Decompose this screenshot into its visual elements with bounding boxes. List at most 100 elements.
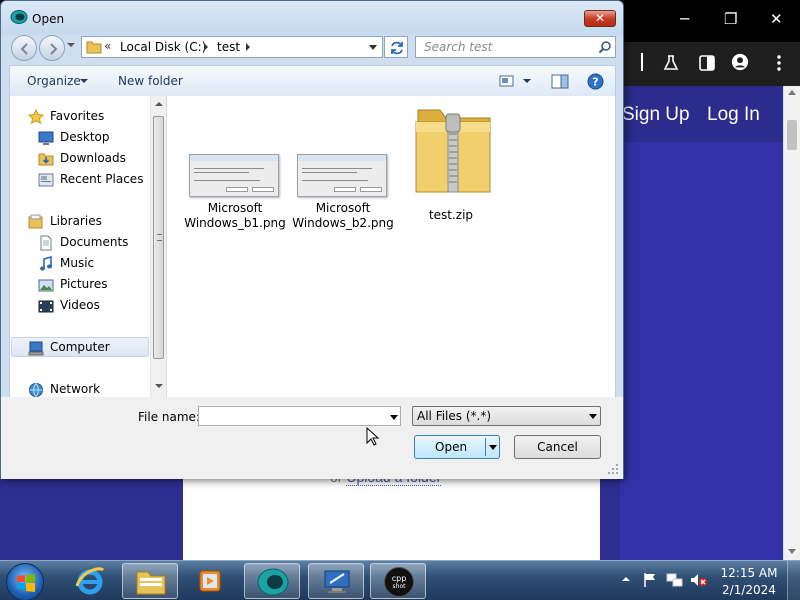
nav-desktop[interactable]: Desktop xyxy=(38,128,148,147)
log-in-link[interactable]: Log In xyxy=(707,104,760,126)
file-name-line2: Windows_b1.png xyxy=(184,216,286,230)
action-center-flag-icon[interactable] xyxy=(642,572,658,588)
file-name-label: File name: xyxy=(138,410,200,424)
file-name-input[interactable] xyxy=(198,406,401,426)
chevron-down-icon[interactable] xyxy=(589,414,597,419)
open-options-dropdown-icon[interactable] xyxy=(489,445,497,450)
taskbar-cpp-shot[interactable]: cpp shot xyxy=(370,563,426,599)
nav-documents[interactable]: Documents xyxy=(38,233,148,252)
nav-pane-scrollbar[interactable] xyxy=(150,96,166,397)
file-name-line2: Windows_b2.png xyxy=(292,216,394,230)
taskbar-internet-explorer[interactable] xyxy=(62,563,118,599)
taskbar-remote-desktop[interactable] xyxy=(308,563,364,599)
file-item[interactable]: Microsoft Windows_b1.png xyxy=(183,152,287,234)
browser-minimize-button[interactable]: ─ xyxy=(680,10,689,28)
file-name-line1: test.zip xyxy=(428,208,474,222)
file-item[interactable]: Microsoft Windows_b2.png xyxy=(291,152,395,234)
breadcrumb-separator-icon[interactable] xyxy=(204,43,208,51)
organize-button[interactable]: Organize xyxy=(27,74,81,88)
recent-places-icon xyxy=(38,173,54,187)
open-file-dialog: Open ✕ « Local Disk (C:) test Search tes… xyxy=(0,0,624,479)
browser-menu-icon[interactable] xyxy=(770,54,788,72)
command-bar: Organize New folder ? xyxy=(9,65,616,96)
cpp-shot-label-top: cpp xyxy=(391,574,407,583)
scroll-thumb[interactable] xyxy=(153,116,164,359)
profile-avatar-icon[interactable] xyxy=(731,53,749,71)
chevron-down-icon[interactable] xyxy=(80,79,88,83)
scroll-up-icon[interactable] xyxy=(155,102,163,106)
file-name-history-dropdown-icon[interactable] xyxy=(390,415,398,420)
breadcrumb-separator-icon[interactable] xyxy=(246,43,250,51)
dialog-title: Open xyxy=(32,12,65,26)
nav-music[interactable]: Music xyxy=(38,254,148,273)
cpp-shot-label-bottom: shot xyxy=(392,583,406,590)
cpp-shot-icon: cpp shot xyxy=(384,567,414,597)
scroll-down-icon[interactable] xyxy=(788,549,796,554)
browser-scrollbar[interactable] xyxy=(783,86,800,560)
back-button[interactable] xyxy=(11,35,37,61)
recent-locations-dropdown-icon[interactable] xyxy=(67,43,75,47)
dialog-titlebar[interactable]: Open ✕ xyxy=(1,1,623,35)
file-item[interactable]: test.zip xyxy=(399,102,503,222)
file-type-filter-select[interactable]: All Files (*.*) xyxy=(412,406,601,426)
forward-button[interactable] xyxy=(39,35,65,61)
nav-recent-places[interactable]: Recent Places xyxy=(38,170,148,189)
search-icon[interactable] xyxy=(598,40,612,54)
show-desktop-button[interactable] xyxy=(787,561,800,600)
app-bubble-icon xyxy=(257,568,289,596)
refresh-button[interactable] xyxy=(384,36,408,58)
breadcrumb-local-disk[interactable]: Local Disk (C:) xyxy=(120,40,206,54)
start-button[interactable] xyxy=(6,563,44,600)
file-list-pane: Microsoft Windows_b1.png Microsoft Windo… xyxy=(167,96,616,397)
scroll-up-icon[interactable] xyxy=(788,90,796,95)
taskbar-app-bubble[interactable] xyxy=(244,563,300,599)
file-explorer-icon xyxy=(136,571,166,595)
nav-favorites[interactable]: Favorites xyxy=(28,107,138,126)
music-note-icon xyxy=(40,256,52,271)
dialog-close-button[interactable]: ✕ xyxy=(584,10,616,27)
clock-date[interactable]: 2/1/2024 xyxy=(717,583,781,597)
search-input[interactable]: Search test xyxy=(415,36,616,58)
preview-pane-icon[interactable] xyxy=(551,74,569,89)
volume-muted-icon[interactable] xyxy=(690,572,708,588)
sign-up-link[interactable]: Sign Up xyxy=(622,104,690,126)
browser-close-button[interactable]: ✕ xyxy=(770,10,783,28)
videos-icon xyxy=(38,300,54,313)
resize-grip-icon[interactable] xyxy=(607,463,619,475)
show-hidden-icons-icon[interactable] xyxy=(621,574,631,584)
new-folder-button[interactable]: New folder xyxy=(118,74,183,88)
network-status-icon[interactable] xyxy=(666,572,684,588)
nav-videos[interactable]: Videos xyxy=(38,296,148,315)
nav-videos-label: Videos xyxy=(60,298,100,312)
address-bar[interactable]: « Local Disk (C:) test xyxy=(81,36,383,58)
star-icon xyxy=(28,109,44,125)
address-dropdown-icon[interactable] xyxy=(369,45,377,50)
grip-icon xyxy=(157,234,162,241)
scroll-thumb[interactable] xyxy=(787,120,797,150)
browser-restore-button[interactable]: ❐ xyxy=(724,10,737,28)
taskbar-media-player[interactable] xyxy=(182,563,238,599)
forward-arrow-icon xyxy=(50,43,58,55)
nav-pictures[interactable]: Pictures xyxy=(38,275,148,294)
clock-time[interactable]: 12:15 AM xyxy=(717,566,781,580)
svg-text:?: ? xyxy=(592,76,598,89)
split-divider xyxy=(485,438,486,456)
nav-downloads[interactable]: Downloads xyxy=(38,149,148,168)
help-icon[interactable]: ? xyxy=(587,73,604,90)
nav-downloads-label: Downloads xyxy=(60,151,126,165)
pictures-icon xyxy=(38,279,54,292)
side-panel-icon[interactable] xyxy=(698,54,716,72)
nav-computer[interactable]: Computer xyxy=(28,338,138,357)
change-view-icon[interactable] xyxy=(499,74,515,88)
cancel-button[interactable]: Cancel xyxy=(514,435,601,459)
nav-libraries-label: Libraries xyxy=(50,214,102,228)
taskbar-file-explorer[interactable] xyxy=(122,563,178,599)
nav-libraries[interactable]: Libraries xyxy=(28,212,138,231)
open-button[interactable]: Open xyxy=(414,435,500,459)
view-options-dropdown-icon[interactable] xyxy=(523,79,531,83)
breadcrumb-test[interactable]: test xyxy=(217,40,240,54)
lab-flask-icon[interactable] xyxy=(662,54,680,72)
scroll-down-icon[interactable] xyxy=(155,384,163,388)
address-overflow-chevron[interactable]: « xyxy=(104,39,111,53)
back-arrow-icon xyxy=(20,43,28,55)
